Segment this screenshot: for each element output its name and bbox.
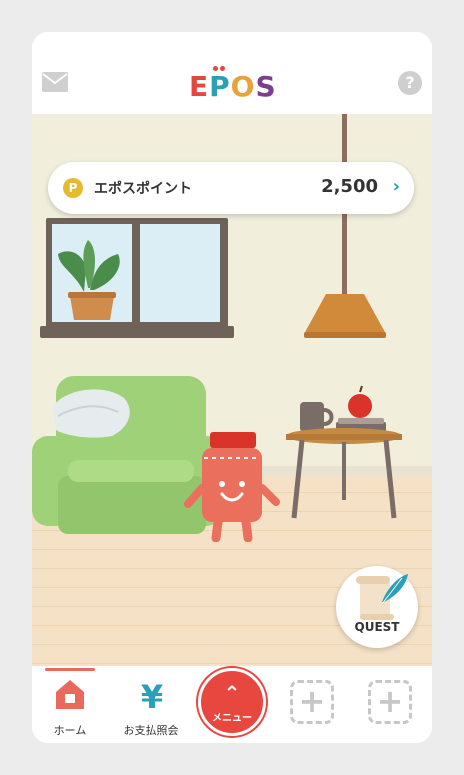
plant-icon — [58, 240, 120, 320]
chevron-up-icon: ⌃ — [223, 681, 241, 705]
mascot-character[interactable] — [182, 432, 282, 542]
bottom-nav: ホーム お支払照会 ¥ ⌃ メニュー + + — [32, 666, 432, 743]
room-scene: P エポスポイント 2,500 › QUEST — [32, 114, 432, 666]
nav-payment-label: お支払照会 — [123, 724, 179, 737]
window — [46, 218, 228, 328]
window-pane — [140, 224, 220, 322]
home-icon — [56, 680, 84, 709]
quest-label: QUEST — [354, 620, 400, 634]
menu-button[interactable]: ⌃ メニュー — [198, 668, 266, 736]
logo-letter: S — [255, 69, 277, 103]
question-icon[interactable]: ? — [398, 71, 422, 95]
points-balance-bar[interactable]: P エポスポイント 2,500 › — [48, 162, 414, 214]
logo-letter: E — [189, 69, 210, 103]
points-value: 2,500 — [321, 176, 378, 197]
scroll-quill-icon — [356, 574, 408, 620]
chevron-right-icon: › — [392, 176, 400, 197]
points-label: エポスポイント — [94, 181, 192, 197]
logo-letter: P — [209, 65, 231, 103]
logo-letter: O — [230, 69, 256, 103]
epos-logo: E P O S — [189, 65, 277, 103]
add-shortcut-slot[interactable]: + — [368, 680, 412, 724]
point-coin-icon: P — [63, 178, 83, 198]
nav-home[interactable]: ホーム — [32, 666, 102, 743]
nav-home-label: ホーム — [53, 724, 87, 737]
active-indicator — [45, 668, 95, 671]
menu-label: メニュー — [212, 713, 252, 724]
mail-icon[interactable] — [42, 72, 68, 92]
quest-button[interactable]: QUEST — [336, 566, 418, 648]
side-table-icon — [286, 385, 402, 519]
window-sill — [40, 326, 234, 338]
yen-icon[interactable]: ¥ — [136, 680, 168, 714]
lamp-icon — [304, 294, 386, 338]
add-shortcut-slot[interactable]: + — [290, 680, 334, 724]
app-header: E P O S ? — [32, 32, 432, 114]
phone-screen: E P O S ? P エポスポイント 2,500 › QUEST ホーム お支… — [32, 32, 432, 743]
